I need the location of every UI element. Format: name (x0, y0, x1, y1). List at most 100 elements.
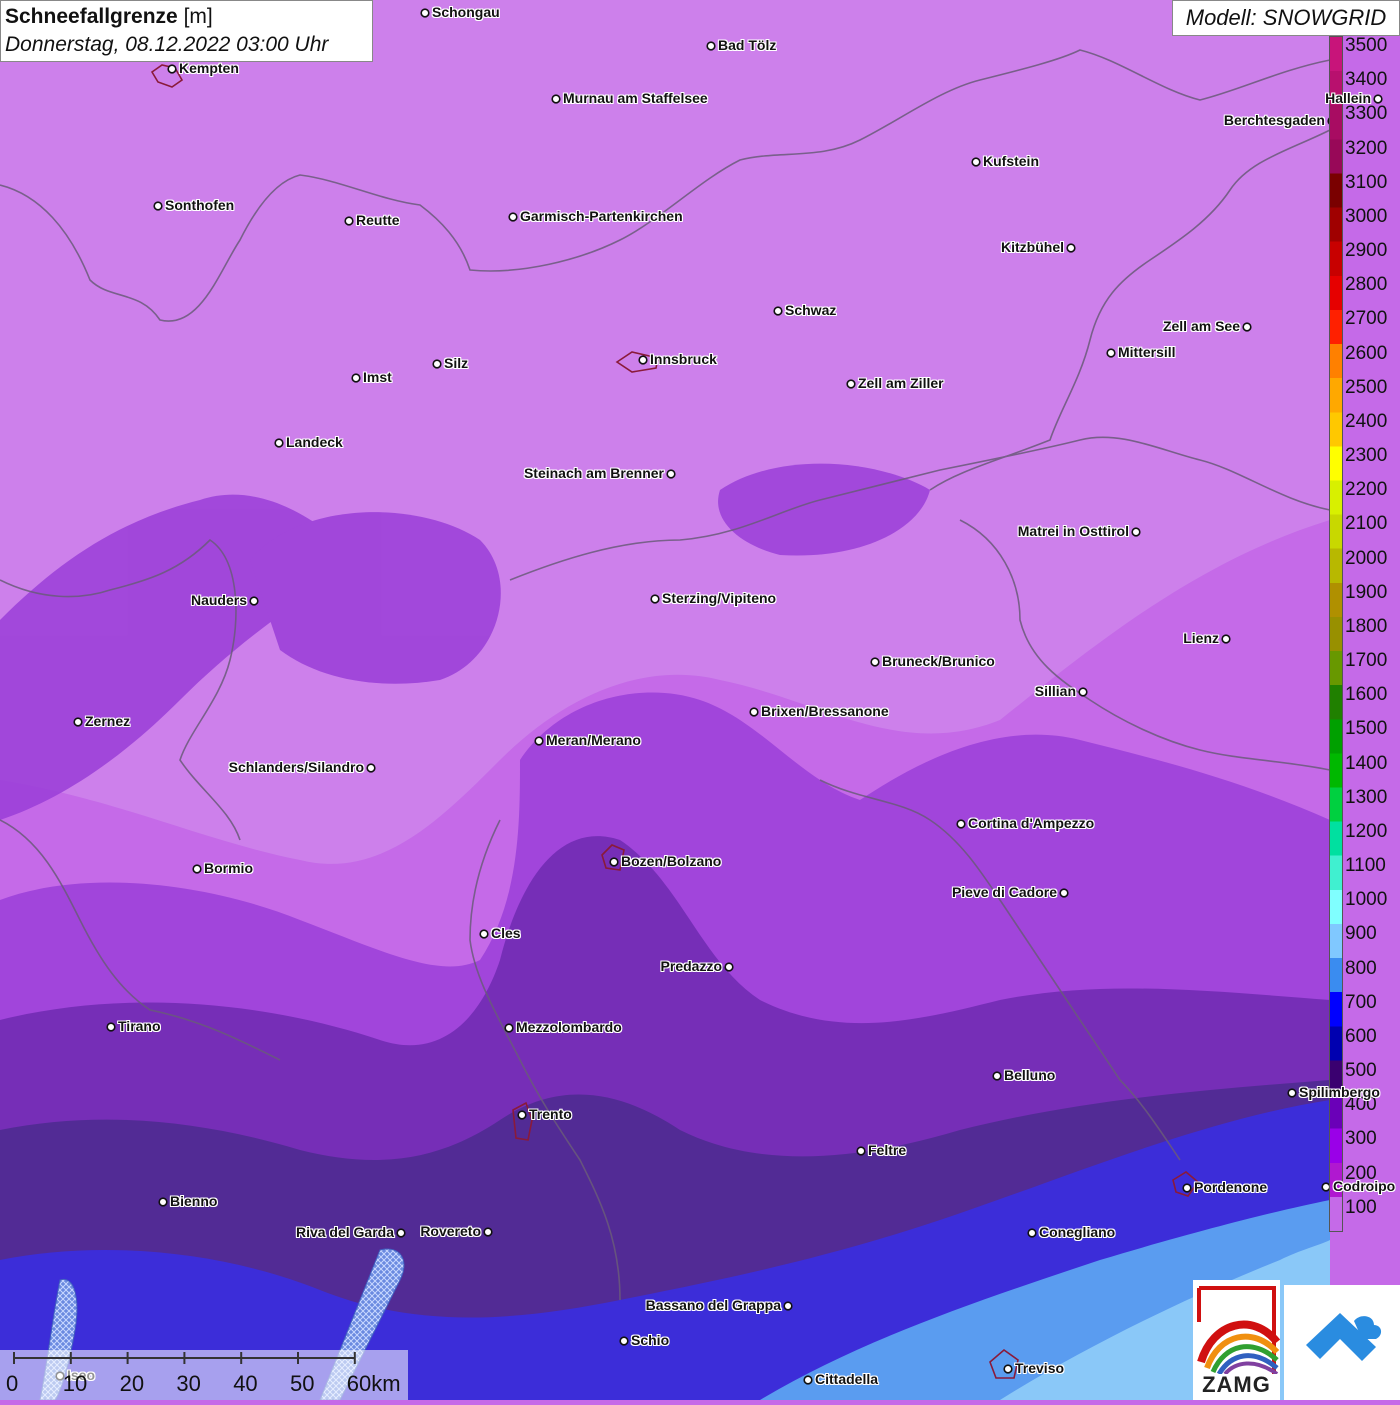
city-marker[interactable] (153, 201, 163, 211)
city-marker[interactable] (1182, 1183, 1192, 1193)
city-label[interactable]: Treviso (1015, 1360, 1064, 1376)
city-marker[interactable] (517, 1110, 527, 1120)
city-marker[interactable] (1221, 634, 1231, 644)
city-label[interactable]: Reutte (356, 212, 400, 228)
city-marker[interactable] (650, 594, 660, 604)
city-marker[interactable] (846, 379, 856, 389)
city-label[interactable]: Pordenone (1194, 1179, 1267, 1195)
city-label[interactable]: Predazzo (661, 958, 722, 974)
city-label[interactable]: Trento (529, 1106, 572, 1122)
city-marker[interactable] (1287, 1088, 1297, 1098)
city-label[interactable]: Cortina d'Ampezzo (968, 815, 1094, 831)
city-marker[interactable] (724, 962, 734, 972)
city-marker[interactable] (192, 864, 202, 874)
city-marker[interactable] (749, 707, 759, 717)
city-marker[interactable] (1078, 687, 1088, 697)
city-marker[interactable] (366, 763, 376, 773)
city-label[interactable]: Spilimbergo (1299, 1084, 1380, 1100)
city-label[interactable]: Garmisch-Partenkirchen (520, 208, 683, 224)
city-marker[interactable] (870, 657, 880, 667)
city-label[interactable]: Zell am See (1163, 318, 1240, 334)
city-marker[interactable] (803, 1375, 813, 1385)
city-label[interactable]: Sterzing/Vipiteno (662, 590, 776, 606)
city-label[interactable]: Brixen/Bressanone (761, 703, 889, 719)
city-label[interactable]: Lienz (1183, 630, 1219, 646)
city-label[interactable]: Landeck (286, 434, 343, 450)
city-label[interactable]: Meran/Merano (546, 732, 641, 748)
city-label[interactable]: Silz (444, 355, 468, 371)
city-marker[interactable] (249, 596, 259, 606)
city-marker[interactable] (167, 64, 177, 74)
city-marker[interactable] (1003, 1364, 1013, 1374)
city-label[interactable]: Bormio (204, 860, 253, 876)
city-marker[interactable] (274, 438, 284, 448)
city-marker[interactable] (619, 1336, 629, 1346)
city-label[interactable]: Codroipo (1333, 1178, 1395, 1194)
city-label[interactable]: Innsbruck (650, 351, 717, 367)
city-label[interactable]: Bozen/Bolzano (621, 853, 721, 869)
city-label[interactable]: Schongau (432, 4, 500, 20)
city-marker[interactable] (856, 1146, 866, 1156)
city-label[interactable]: Schlanders/Silandro (229, 759, 364, 775)
weather-app-logo[interactable] (1284, 1285, 1400, 1400)
city-label[interactable]: Nauders (191, 592, 247, 608)
city-marker[interactable] (956, 819, 966, 829)
city-marker[interactable] (971, 157, 981, 167)
city-label[interactable]: Schio (631, 1332, 669, 1348)
city-marker[interactable] (666, 469, 676, 479)
zamg-logo[interactable]: ZAMG (1193, 1280, 1280, 1400)
city-label[interactable]: Conegliano (1039, 1224, 1115, 1240)
city-label[interactable]: Pieve di Cadore (952, 884, 1057, 900)
city-marker[interactable] (534, 736, 544, 746)
city-label[interactable]: Rovereto (420, 1223, 481, 1239)
city-label[interactable]: Riva del Garda (296, 1224, 394, 1240)
city-marker[interactable] (1059, 888, 1069, 898)
city-label[interactable]: Cittadella (815, 1371, 878, 1387)
city-marker[interactable] (1066, 243, 1076, 253)
city-label[interactable]: Bassano del Grappa (646, 1297, 781, 1313)
city-marker[interactable] (1242, 322, 1252, 332)
city-label[interactable]: Murnau am Staffelsee (563, 90, 708, 106)
city-label[interactable]: Kitzbühel (1001, 239, 1064, 255)
city-label[interactable]: Schwaz (785, 302, 836, 318)
city-marker[interactable] (351, 373, 361, 383)
city-label[interactable]: Mezzolombardo (516, 1019, 622, 1035)
city-label[interactable]: Mittersill (1118, 344, 1176, 360)
city-marker[interactable] (73, 717, 83, 727)
city-label[interactable]: Bienno (170, 1193, 217, 1209)
city-label[interactable]: Belluno (1004, 1067, 1055, 1083)
city-marker[interactable] (1106, 348, 1116, 358)
city-marker[interactable] (609, 857, 619, 867)
city-label[interactable]: Sonthofen (165, 197, 234, 213)
city-marker[interactable] (106, 1022, 116, 1032)
city-label[interactable]: Steinach am Brenner (524, 465, 664, 481)
city-label[interactable]: Berchtesgaden (1224, 112, 1325, 128)
city-marker[interactable] (992, 1071, 1002, 1081)
city-marker[interactable] (158, 1197, 168, 1207)
city-label[interactable]: Kufstein (983, 153, 1039, 169)
city-label[interactable]: Bad Tölz (718, 37, 776, 53)
city-marker[interactable] (1131, 527, 1141, 537)
city-label[interactable]: Matrei in Osttirol (1018, 523, 1129, 539)
city-marker[interactable] (479, 929, 489, 939)
city-marker[interactable] (783, 1301, 793, 1311)
city-marker[interactable] (344, 216, 354, 226)
city-marker[interactable] (420, 8, 430, 18)
city-marker[interactable] (706, 41, 716, 51)
city-marker[interactable] (504, 1023, 514, 1033)
city-marker[interactable] (396, 1228, 406, 1238)
city-label[interactable]: Imst (363, 369, 392, 385)
city-marker[interactable] (551, 94, 561, 104)
city-marker[interactable] (1373, 94, 1383, 104)
city-label[interactable]: Bruneck/Brunico (882, 653, 995, 669)
city-marker[interactable] (773, 306, 783, 316)
city-label[interactable]: Sillian (1035, 683, 1076, 699)
city-marker[interactable] (508, 212, 518, 222)
city-label[interactable]: Tirano (118, 1018, 161, 1034)
city-marker[interactable] (483, 1227, 493, 1237)
city-label[interactable]: Zernez (85, 713, 130, 729)
city-marker[interactable] (638, 355, 648, 365)
city-marker[interactable] (432, 359, 442, 369)
city-marker[interactable] (1027, 1228, 1037, 1238)
city-label[interactable]: Zell am Ziller (858, 375, 944, 391)
